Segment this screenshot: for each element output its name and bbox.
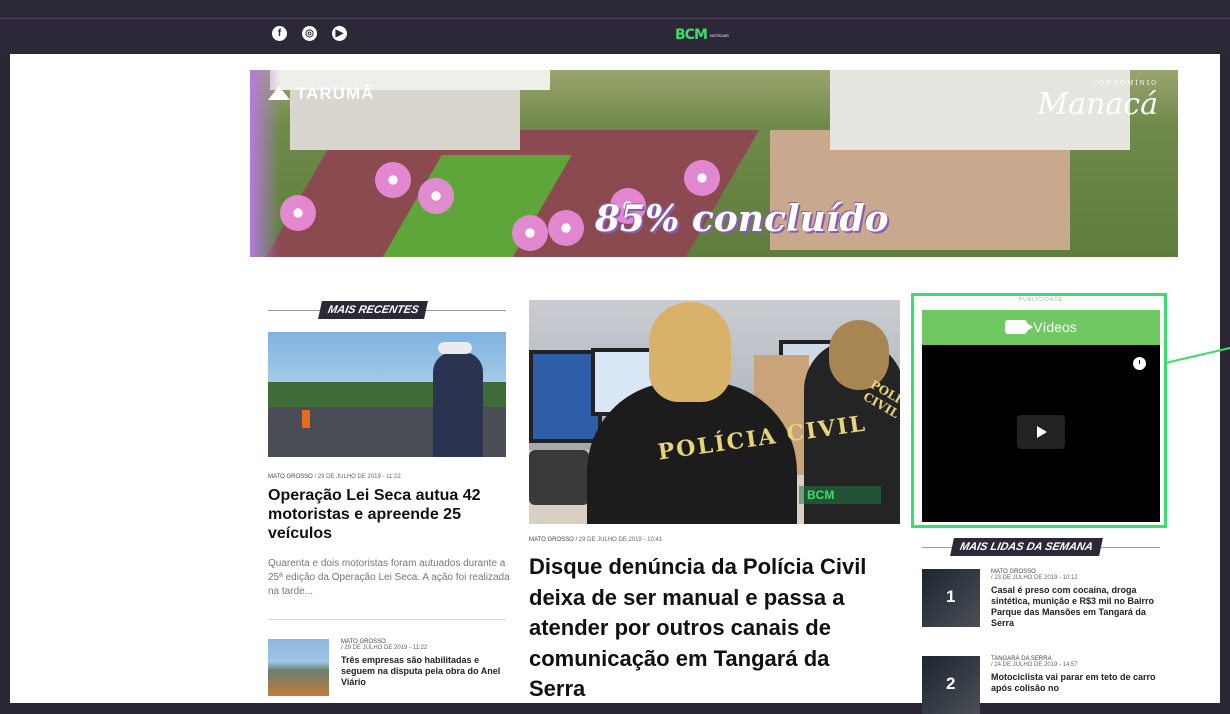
flower-decoration (280, 195, 316, 231)
image-officer (433, 352, 483, 457)
featured-news-meta: MATO GROSSO / 29 de julho de 2019 - 11:2… (268, 474, 401, 480)
flower-decoration (684, 160, 720, 196)
image-officer-hat (438, 342, 472, 354)
brand-right-text: Manacá (1037, 87, 1159, 122)
section-title: MAIS RECENTES (318, 301, 429, 319)
mais-recentes-header: MAIS RECENTES (268, 301, 506, 319)
site-logo[interactable]: BCM NOTÍCIAS (675, 27, 729, 43)
main-story-image[interactable]: POLÍCIA CIVIL POLÍCIA CIVIL BCM (529, 300, 900, 524)
news-meta: MATO GROSSO/ 29 de julho de 2019 - 11:22 (341, 639, 511, 651)
news-list-item: MATO GROSSO/ 29 de julho de 2019 - 11:22… (341, 639, 511, 688)
news-thumbnail[interactable] (268, 639, 329, 696)
news-date: / 29 de julho de 2019 - 11:22 (341, 645, 428, 651)
image-watermark: BCM (799, 486, 881, 504)
news-meta: MATO GROSSO/ 23 de julho de 2019 - 10:12 (991, 569, 1161, 581)
rank-number: 2 (946, 674, 956, 693)
news-category[interactable]: MATO GROSSO (529, 537, 574, 543)
tarum-logo-icon (268, 86, 290, 100)
news-date: / 29 de julho de 2019 - 10:41 (575, 537, 663, 543)
news-date: / 23 de julho de 2019 - 10:12 (991, 575, 1078, 581)
flower-decoration (512, 215, 548, 251)
mais-lidas-header: MAIS LIDAS DA SEMANA (922, 538, 1160, 556)
facebook-icon[interactable]: f (272, 26, 287, 41)
most-read-thumbnail[interactable]: 1 (922, 569, 980, 627)
top-bar-divider (0, 18, 1230, 19)
flower-decoration (375, 162, 411, 198)
most-read-thumbnail[interactable]: 2 (922, 656, 980, 714)
most-read-item: MATO GROSSO/ 23 de julho de 2019 - 10:12… (991, 569, 1161, 629)
news-title[interactable]: Casal é preso com cocaína, droga sintéti… (991, 585, 1161, 629)
featured-news-image[interactable] (268, 332, 506, 457)
main-story-title[interactable]: Disque denúncia da Polícia Civil deixa d… (529, 552, 889, 705)
image-phone (529, 450, 589, 505)
highlight-box (911, 293, 1167, 528)
watermark-logo: BCM (807, 488, 835, 502)
banner-percent: 85% concluído (595, 198, 889, 240)
youtube-icon[interactable]: ▶ (332, 26, 347, 41)
logo-sub: NOTÍCIAS (709, 32, 729, 38)
top-bar: f ◎ ▶ BCM NOTÍCIAS (0, 0, 1230, 54)
logo-mark: BCM (675, 27, 708, 43)
featured-news-excerpt: Quarenta e dois motoristas foram autuado… (268, 558, 510, 597)
banner-brand-tarum: TARUMÃ (268, 84, 374, 104)
news-title[interactable]: Três empresas são habilitadas e seguem n… (341, 655, 511, 688)
section-title: MAIS LIDAS DA SEMANA (950, 538, 1103, 556)
instagram-icon[interactable]: ◎ (302, 26, 317, 41)
news-title[interactable]: Motociclista vai parar em teto de carro … (991, 672, 1161, 694)
news-category[interactable]: MATO GROSSO (268, 474, 313, 480)
rank-number: 1 (946, 587, 956, 606)
news-date: / 24 de julho de 2019 - 14:57 (991, 662, 1078, 668)
news-date: / 29 de julho de 2019 - 11:22 (314, 474, 401, 480)
flower-decoration (548, 210, 584, 246)
flower-decoration (418, 178, 454, 214)
brand-left-text: TARUMÃ (296, 84, 375, 103)
image-cone (302, 410, 310, 428)
ad-banner[interactable]: TARUMÃ CONDOMÍNIO Manacá 85% concluído (250, 70, 1178, 257)
news-divider (268, 619, 506, 620)
news-meta: TANGARÁ DA SERRA/ 24 de julho de 2019 - … (991, 656, 1161, 668)
featured-news-title[interactable]: Operação Lei Seca autua 42 motoristas e … (268, 486, 508, 543)
image-hair-1 (649, 302, 731, 402)
main-story-meta: MATO GROSSO / 29 de julho de 2019 - 10:4… (529, 537, 662, 543)
banner-brand-manaca: CONDOMÍNIO Manacá (1038, 80, 1159, 122)
most-read-item: TANGARÁ DA SERRA/ 24 de julho de 2019 - … (991, 656, 1161, 694)
brand-right-small: CONDOMÍNIO (1092, 80, 1158, 87)
